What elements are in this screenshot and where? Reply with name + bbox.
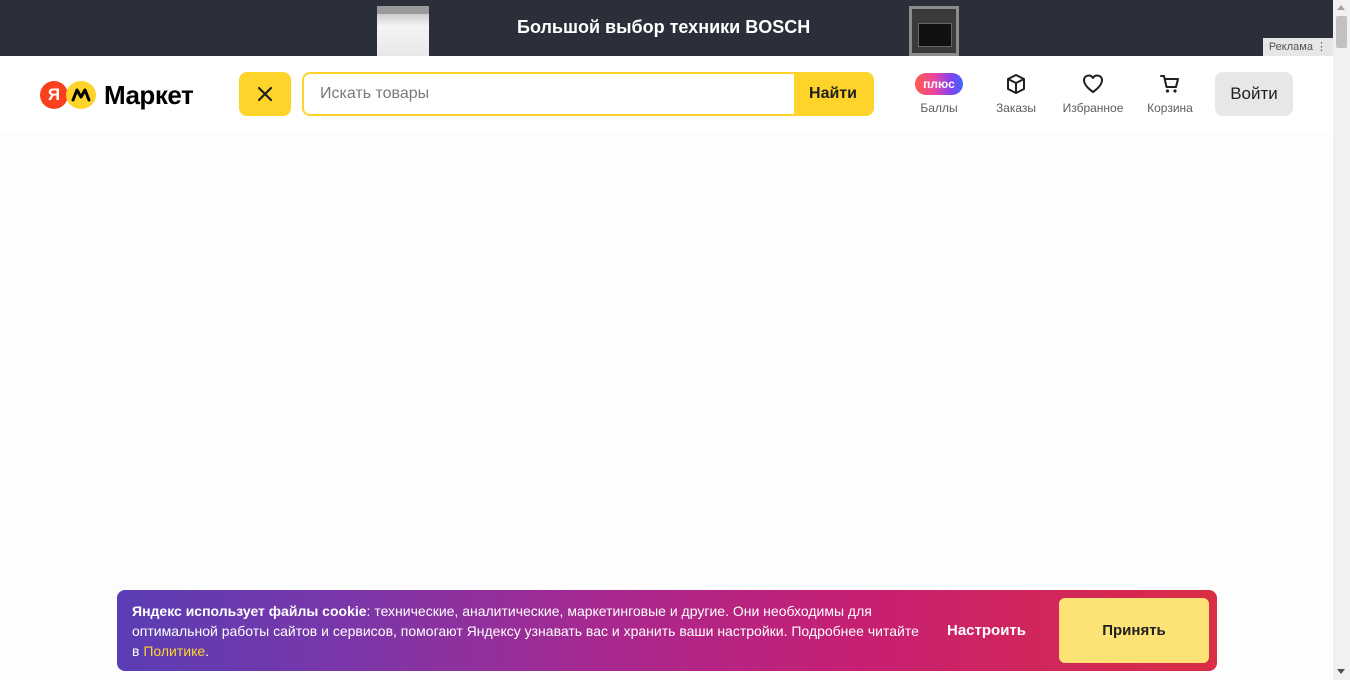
cart-icon — [1160, 75, 1179, 93]
page-scrollbar[interactable] — [1333, 0, 1350, 680]
nav-orders-label: Заказы — [995, 101, 1037, 115]
nav-points[interactable]: плюс Баллы — [908, 72, 970, 116]
policy-link[interactable]: Политике — [143, 643, 205, 659]
search-input[interactable] — [304, 74, 796, 114]
ad-label[interactable]: Реклама ⋮ — [1262, 38, 1333, 56]
nav-favorites[interactable]: Избранное — [1058, 72, 1128, 116]
dishwasher-image — [377, 6, 429, 56]
login-button[interactable]: Войти — [1215, 72, 1293, 116]
scrollbar-thumb[interactable] — [1336, 16, 1347, 48]
nav-favorites-label: Избранное — [1062, 101, 1124, 115]
cookie-accept-button[interactable]: Принять — [1059, 598, 1209, 663]
logo-ya-circle: Я — [40, 81, 68, 109]
market-logo[interactable]: Я Маркет — [40, 79, 194, 111]
cookie-text-bold: Яндекс использует файлы cookie — [132, 603, 367, 619]
plus-badge: плюс — [915, 73, 963, 95]
logo-text: Маркет — [104, 79, 194, 110]
cookie-banner: Яндекс использует файлы cookie: техничес… — [117, 590, 1217, 671]
cookie-settings-button[interactable]: Настроить — [947, 622, 1026, 639]
scroll-up-arrow-icon[interactable] — [1337, 5, 1345, 10]
search-box: Найти — [302, 72, 874, 116]
logo-m-icon — [66, 81, 96, 109]
cookie-text: Яндекс использует файлы cookie: техничес… — [132, 601, 922, 661]
box-icon — [1007, 74, 1025, 94]
ad-title[interactable]: Большой выбор техники BOSCH — [517, 17, 810, 38]
nav-cart-label: Корзина — [1147, 101, 1193, 115]
ad-banner[interactable]: Большой выбор техники BOSCH Реклама ⋮ — [0, 0, 1333, 56]
nav-cart[interactable]: Корзина — [1142, 72, 1198, 116]
close-icon — [258, 87, 272, 101]
search-button[interactable]: Найти — [794, 74, 872, 114]
nav-points-label: Баллы — [920, 101, 958, 115]
scroll-down-arrow-icon[interactable] — [1337, 669, 1345, 674]
site-header: Я Маркет Найти плюс Баллы Заказы Изб — [0, 56, 1333, 132]
cookie-text-end: . — [205, 643, 210, 659]
heart-icon — [1083, 74, 1103, 93]
nav-orders[interactable]: Заказы — [990, 72, 1042, 116]
catalog-close-button[interactable] — [239, 72, 291, 116]
oven-image — [909, 6, 959, 56]
